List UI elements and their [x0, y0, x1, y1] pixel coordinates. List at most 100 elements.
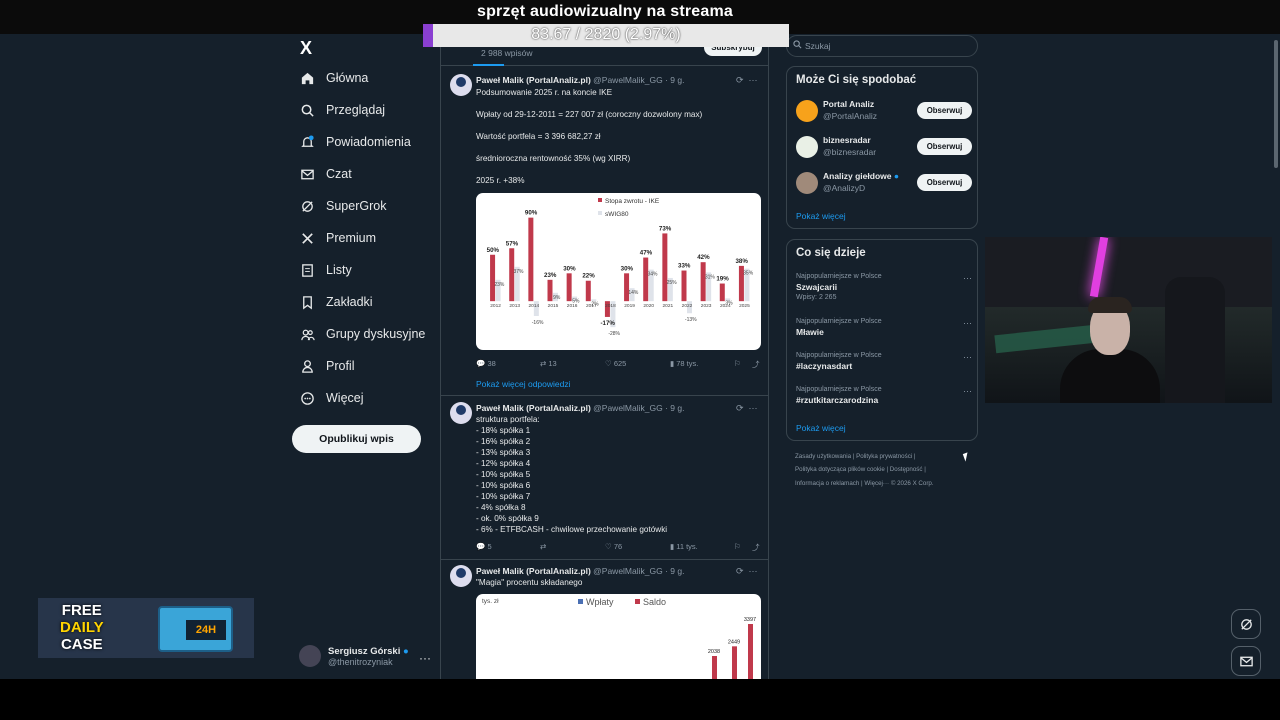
suggestion-name[interactable]: Analizy giełdowe ●: [823, 171, 899, 181]
suggestion-name[interactable]: biznesradar: [823, 135, 871, 145]
like-button[interactable]: ♡ 625: [605, 359, 626, 368]
person-icon: [302, 359, 313, 373]
trend-item[interactable]: Najpopularniejsze w Polsce #laczynasdart…: [796, 352, 972, 371]
verified-icon: ●: [402, 645, 409, 657]
nav-item-chat[interactable]: Czat: [300, 163, 352, 185]
show-more-replies-link[interactable]: Pokaż więcej odpowiedzi: [476, 379, 571, 389]
scrollbar-thumb[interactable]: [1274, 40, 1278, 168]
views-stat[interactable]: ▮ 78 tys.: [670, 359, 698, 368]
follow-suggestion[interactable]: Analizy giełdowe ● @AnalizyD Obserwuj: [796, 170, 972, 196]
data-label: 33%: [678, 263, 691, 270]
nav-item-explore[interactable]: Przeglądaj: [300, 99, 385, 121]
trend-item[interactable]: Najpopularniejsze w Polsce Mławie ···: [796, 318, 972, 337]
ad-badge: 24H: [186, 620, 226, 640]
panel-title: Może Ci się spodobać: [796, 74, 917, 86]
legend-swatch: [578, 599, 583, 604]
home-icon: [301, 72, 314, 84]
nav-item-home[interactable]: Główna: [300, 67, 368, 89]
author-handle: @PawelMalik_GG · 9 g.: [593, 403, 685, 413]
trend-item[interactable]: Najpopularniejsze w Polsce #rzutkitarcza…: [796, 386, 972, 405]
bar: [490, 254, 496, 302]
follow-button[interactable]: Obserwuj: [917, 174, 972, 191]
search-icon: [793, 40, 802, 49]
avatar[interactable]: [450, 74, 472, 96]
reply-button[interactable]: 💬 5: [476, 542, 492, 551]
ad-line2: DAILY: [60, 619, 104, 636]
nav-item-lists[interactable]: Listy: [300, 259, 352, 281]
author-name[interactable]: Paweł Malik (PortalAnaliz.pl): [476, 403, 591, 413]
tick-label: 2018: [605, 303, 616, 309]
nav-item-more[interactable]: Więcej: [300, 387, 364, 409]
repost-button[interactable]: ⇄ 13: [540, 359, 557, 368]
share-icon[interactable]: ⤴: [752, 359, 760, 370]
bar: [585, 280, 591, 302]
data-label: 14%: [628, 290, 639, 296]
follow-button[interactable]: Obserwuj: [917, 102, 972, 119]
reply-button[interactable]: 💬 38: [476, 359, 496, 368]
footer-links[interactable]: Informacja o reklamach | Więcej··· © 202…: [795, 480, 975, 487]
more-icon[interactable]: ···: [963, 386, 972, 396]
account-more-icon[interactable]: ···: [419, 651, 431, 665]
bookmark-icon[interactable]: ⚐: [734, 542, 741, 551]
nav-item-bookmarks[interactable]: Zakładki: [300, 291, 373, 313]
data-label: -13%: [685, 317, 697, 323]
nav-item-communities[interactable]: Grupy dyskusyjne: [300, 323, 425, 345]
chart-image[interactable]: Stopa zwrotu - IKE sWIG80 50% 23% 2012 57% 37%…: [476, 193, 761, 350]
show-more-link[interactable]: Pokaż więcej: [796, 423, 846, 433]
data-label: 3397: [744, 617, 756, 623]
like-button[interactable]: ♡ 76: [605, 542, 622, 551]
avatar: [796, 172, 818, 194]
more-icon[interactable]: ···: [963, 273, 972, 283]
tweet-header: Paweł Malik (PortalAnaliz.pl) @PawelMali…: [476, 403, 684, 413]
bookmark-icon[interactable]: ⚐: [734, 359, 741, 368]
tweet-menu-icons[interactable]: ⟳ ···: [736, 403, 758, 414]
nav-item-supergrok[interactable]: SuperGrok: [300, 195, 386, 217]
nav-item-profile[interactable]: Profil: [300, 355, 354, 377]
nav-item-premium[interactable]: Premium: [300, 227, 376, 249]
footer-links[interactable]: Zasady użytkowania | Polityka prywatnośc…: [795, 453, 975, 460]
avatar[interactable]: [450, 402, 472, 424]
tweet-menu-icons[interactable]: ⟳ ···: [736, 75, 758, 86]
user-name: Sergiusz Górski ●: [328, 645, 409, 657]
nav-item-notifications[interactable]: Powiadomienia: [300, 131, 411, 153]
suggestion-name[interactable]: Portal Analiz: [823, 99, 874, 109]
bar: [528, 217, 534, 302]
show-more-link[interactable]: Pokaż więcej: [796, 211, 846, 221]
share-icon[interactable]: ⤴: [752, 542, 760, 553]
trend-item[interactable]: Najpopularniejsze w Polsce Szwajcarii Wp…: [796, 273, 972, 301]
bar: [732, 646, 737, 679]
bell-icon: [301, 134, 314, 147]
search-input[interactable]: Szukaj: [786, 35, 978, 57]
data-label: 73%: [659, 225, 672, 232]
panel-title: Co się dzieje: [796, 247, 866, 259]
author-name[interactable]: Paweł Malik (PortalAnaliz.pl): [476, 566, 591, 576]
footer-links[interactable]: Polityka dotycząca plików cookie | Dostę…: [795, 466, 975, 473]
x-logo-icon[interactable]: X: [300, 38, 312, 59]
follow-button[interactable]: Obserwuj: [917, 138, 972, 155]
follow-suggestion[interactable]: biznesradar @biznesradar Obserwuj: [796, 134, 972, 160]
views-stat[interactable]: ▮ 11 tys.: [670, 542, 698, 551]
data-label: 34%: [647, 272, 658, 278]
legend-label: Stopa zwrotu - IKE: [605, 198, 660, 205]
webcam-light: [1089, 237, 1109, 298]
bar: [643, 257, 649, 302]
more-icon[interactable]: ···: [963, 352, 972, 362]
tick-label: 2025: [739, 303, 750, 309]
data-label: -28%: [608, 331, 620, 337]
data-label: 30%: [621, 265, 634, 272]
grok-float-button[interactable]: [1231, 609, 1261, 639]
avatar[interactable]: [450, 565, 472, 587]
author-name[interactable]: Paweł Malik (PortalAnaliz.pl): [476, 75, 591, 85]
free-daily-case-ad[interactable]: 24H FREE DAILY CASE: [38, 598, 254, 658]
more-icon[interactable]: ···: [963, 318, 972, 328]
webcam-overlay: [985, 237, 1280, 403]
chart-image[interactable]: tys. zł Wpłaty Saldo 2038 2449 3397: [476, 594, 761, 679]
account-switcher[interactable]: Sergiusz Górski ● @thenitrozyniak: [299, 645, 409, 667]
messages-float-button[interactable]: [1231, 646, 1261, 676]
data-label: 23%: [494, 282, 505, 288]
repost-button[interactable]: ⇄: [540, 542, 546, 551]
follow-suggestion[interactable]: Portal Analiz @PortalAnaliz Obserwuj: [796, 98, 972, 124]
tweet-menu-icons[interactable]: ⟳ ···: [736, 566, 758, 577]
post-button[interactable]: Opublikuj wpis: [292, 425, 421, 453]
trend-category: Najpopularniejsze w Polsce: [796, 352, 882, 359]
